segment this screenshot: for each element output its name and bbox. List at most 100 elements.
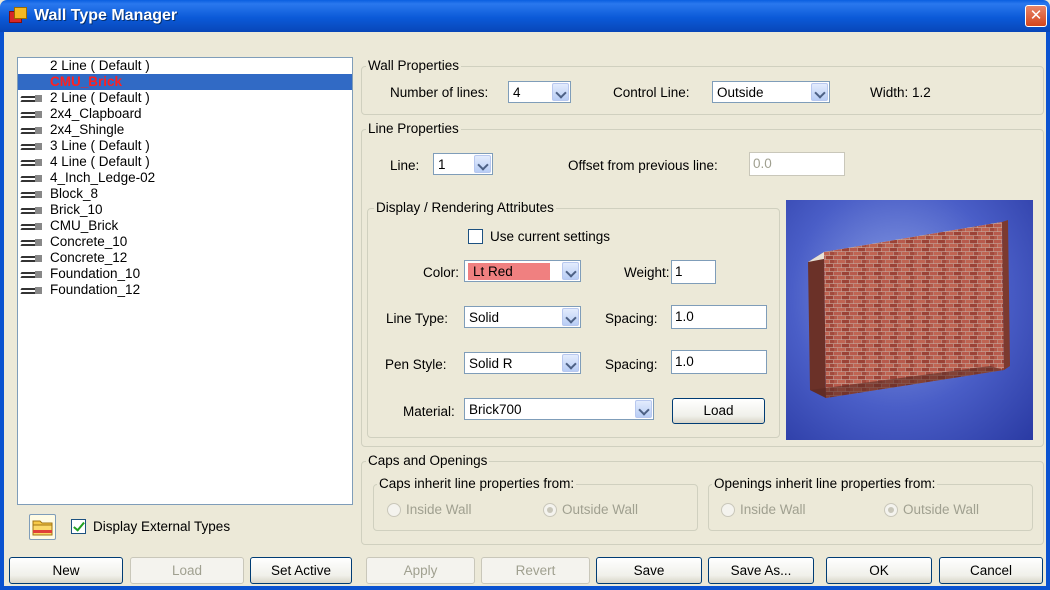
number-of-lines-select[interactable]: 4 [508, 81, 571, 103]
display-external-checkbox[interactable] [71, 519, 86, 534]
caps-outside-wall-label: Outside Wall [562, 502, 639, 517]
wall-type-icon [20, 254, 43, 263]
weight-label: Weight: [624, 265, 670, 280]
wall-type-label: Brick_10 [50, 202, 103, 217]
wall-preview-image [786, 200, 1033, 440]
chevron-down-icon[interactable] [811, 83, 828, 101]
wall-type-label: Foundation_12 [50, 282, 141, 297]
save-button[interactable]: Save [596, 557, 702, 584]
weight-input[interactable]: 1 [671, 260, 716, 284]
wall-type-list-item[interactable]: CMU_Brick [18, 74, 352, 90]
pen-style-value: Solid R [469, 356, 513, 371]
wall-type-label: 2 Line ( Default ) [50, 58, 150, 73]
wall-width-readout: Width: 1.2 [870, 85, 931, 100]
wall-type-icon [20, 94, 43, 103]
openings-inside-wall-radio[interactable] [721, 503, 735, 517]
chevron-down-icon[interactable] [562, 262, 579, 280]
spacing-value-1: 1.0 [675, 309, 694, 324]
set-active-button[interactable]: Set Active [250, 557, 352, 584]
wall-type-icon [20, 110, 43, 119]
ok-button[interactable]: OK [826, 557, 932, 584]
material-select[interactable]: Brick700 [464, 398, 654, 420]
wall-type-icon [20, 206, 43, 215]
caps-inside-wall-label: Inside Wall [406, 502, 472, 517]
wall-type-label: Concrete_10 [50, 234, 128, 249]
wall-type-label: 4_Inch_Ledge-02 [50, 170, 156, 185]
color-select[interactable]: Lt Red [464, 260, 581, 282]
chevron-down-icon[interactable] [552, 83, 569, 101]
wall-type-icon [20, 142, 43, 151]
chevron-down-icon[interactable] [474, 155, 491, 173]
number-of-lines-value: 4 [513, 85, 521, 100]
display-external-label: Display External Types [93, 519, 231, 534]
wall-type-icon [20, 270, 43, 279]
line-select[interactable]: 1 [433, 153, 493, 175]
wall-type-label: Concrete_12 [50, 250, 128, 265]
wall-type-icon [20, 238, 43, 247]
material-load-button[interactable]: Load [672, 398, 765, 424]
wall-type-label: CMU_Brick [50, 74, 123, 89]
weight-value: 1 [675, 264, 683, 279]
wall-type-list-item[interactable]: Block_8 [18, 186, 352, 202]
chevron-down-icon[interactable] [562, 308, 579, 326]
line-type-value: Solid [469, 310, 500, 325]
wall-type-list-item[interactable]: 2x4_Clapboard [18, 106, 352, 122]
caps-inherit-legend: Caps inherit line properties from: [377, 476, 577, 491]
use-current-settings-checkbox[interactable] [468, 229, 483, 244]
wall-type-label: 2 Line ( Default ) [50, 90, 150, 105]
apply-button[interactable]: Apply [366, 557, 475, 584]
spacing-input-1[interactable]: 1.0 [671, 305, 767, 329]
caps-inside-wall-radio[interactable] [387, 503, 401, 517]
wall-type-label: CMU_Brick [50, 218, 119, 233]
offset-input[interactable]: 0.0 [749, 152, 845, 176]
offset-label: Offset from previous line: [568, 158, 718, 173]
wall-type-list[interactable]: 2 Line ( Default ) CMU_Brick 2 Line ( Defa… [17, 57, 353, 505]
folder-icon[interactable] [29, 514, 56, 540]
wall-type-list-item[interactable]: 2 Line ( Default ) [18, 58, 352, 74]
wall-type-icon [20, 126, 43, 135]
spacing-input-2[interactable]: 1.0 [671, 350, 767, 374]
wall-type-list-item[interactable]: 3 Line ( Default ) [18, 138, 352, 154]
color-label: Color: [423, 265, 460, 280]
close-button[interactable]: ✕ [1025, 5, 1047, 27]
control-line-value: Outside [717, 85, 764, 100]
wall-type-list-item[interactable]: Concrete_10 [18, 234, 352, 250]
chevron-down-icon[interactable] [562, 354, 579, 372]
window-border-left [0, 32, 4, 590]
wall-type-list-item[interactable]: 2x4_Shingle [18, 122, 352, 138]
wall-type-list-item[interactable]: 4_Inch_Ledge-02 [18, 170, 352, 186]
material-value: Brick700 [469, 402, 522, 417]
control-line-select[interactable]: Outside [712, 81, 830, 103]
pen-style-select[interactable]: Solid R [464, 352, 581, 374]
wall-type-icon [20, 286, 43, 295]
revert-button[interactable]: Revert [481, 557, 590, 584]
wall-type-label: 4 Line ( Default ) [50, 154, 150, 169]
wall-type-list-item[interactable]: Concrete_12 [18, 250, 352, 266]
wall-type-label: Block_8 [50, 186, 99, 201]
wall-type-label: 3 Line ( Default ) [50, 138, 150, 153]
window-title: Wall Type Manager [34, 7, 178, 24]
new-button[interactable]: New [9, 557, 123, 584]
openings-outside-wall-radio[interactable] [884, 503, 898, 517]
spacing-label-1: Spacing: [605, 311, 658, 326]
caps-outside-wall-radio[interactable] [543, 503, 557, 517]
line-type-select[interactable]: Solid [464, 306, 581, 328]
title-bar: Wall Type Manager ✕ [0, 0, 1050, 32]
number-of-lines-label: Number of lines: [390, 85, 489, 100]
pen-style-label: Pen Style: [385, 357, 447, 372]
cancel-button[interactable]: Cancel [939, 557, 1043, 584]
caps-openings-legend: Caps and Openings [366, 453, 490, 468]
save-as-button[interactable]: Save As... [708, 557, 814, 584]
load-button[interactable]: Load [130, 557, 244, 584]
wall-type-list-item[interactable]: Brick_10 [18, 202, 352, 218]
control-line-label: Control Line: [613, 85, 690, 100]
wall-type-list-item[interactable]: Foundation_12 [18, 282, 352, 298]
wall-type-list-item[interactable]: 4 Line ( Default ) [18, 154, 352, 170]
spacing-label-2: Spacing: [605, 357, 658, 372]
wall-properties-legend: Wall Properties [366, 58, 462, 73]
wall-type-list-item[interactable]: CMU_Brick [18, 218, 352, 234]
app-icon [9, 7, 27, 23]
wall-type-list-item[interactable]: 2 Line ( Default ) [18, 90, 352, 106]
chevron-down-icon[interactable] [635, 400, 652, 418]
wall-type-list-item[interactable]: Foundation_10 [18, 266, 352, 282]
